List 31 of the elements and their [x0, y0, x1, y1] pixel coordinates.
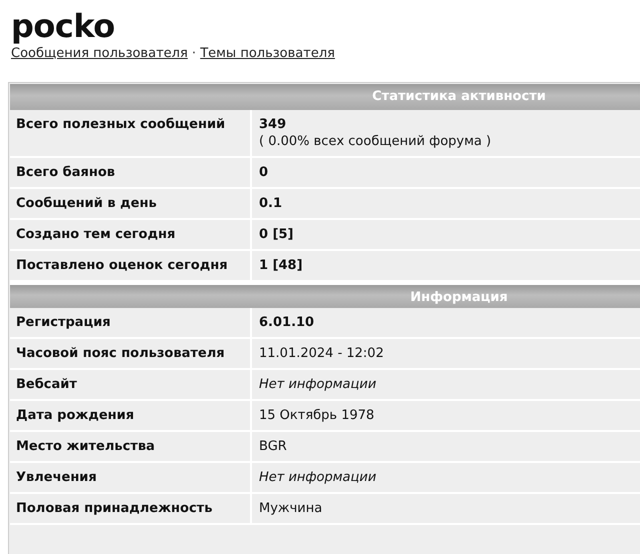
field-label: Создано тем сегодня: [10, 220, 252, 248]
field-value: 0: [259, 164, 268, 180]
profile-link[interactable]: Сообщения пользователя: [11, 46, 188, 61]
field-label: Дата рождения: [10, 400, 252, 430]
field-value: 11.01.2024 - 12:02: [259, 344, 384, 362]
field-label: Всего баянов: [10, 158, 252, 186]
field-label: Половая принадлежность: [10, 494, 252, 522]
field-value: Нет информации: [259, 468, 376, 486]
field-label: Всего полезных сообщений: [10, 110, 252, 156]
field-value: 1 [48]: [259, 256, 303, 274]
field-label: Сообщений в день: [10, 188, 252, 218]
field-value: Мужчина: [259, 500, 322, 516]
field-label: Часовой пояс пользователя: [10, 338, 252, 368]
field-note: ( 0.00% всех сообщений форума ): [259, 132, 492, 150]
field-value: BGR: [259, 438, 287, 454]
field-label: Увлечения: [10, 462, 252, 492]
link-separator: ·: [192, 46, 196, 61]
username-title: pocko: [11, 10, 116, 42]
field-value: 0.1: [259, 194, 282, 212]
field-value: 15 Октябрь 1978: [259, 406, 374, 424]
field-value: 0 [5]: [259, 226, 294, 242]
section-header: Информация: [10, 282, 640, 308]
profile-link[interactable]: Темы пользователя: [200, 46, 335, 61]
field-value: Нет информации: [259, 376, 376, 392]
field-value: 349: [259, 116, 288, 132]
section-header: Статистика активности: [10, 84, 640, 110]
field-value: 6.01.10: [259, 314, 314, 330]
field-label: Поставлено оценок сегодня: [10, 250, 252, 280]
field-label: Регистрация: [10, 308, 252, 336]
field-label: Место жительства: [10, 432, 252, 460]
field-label: Вебсайт: [10, 370, 252, 398]
